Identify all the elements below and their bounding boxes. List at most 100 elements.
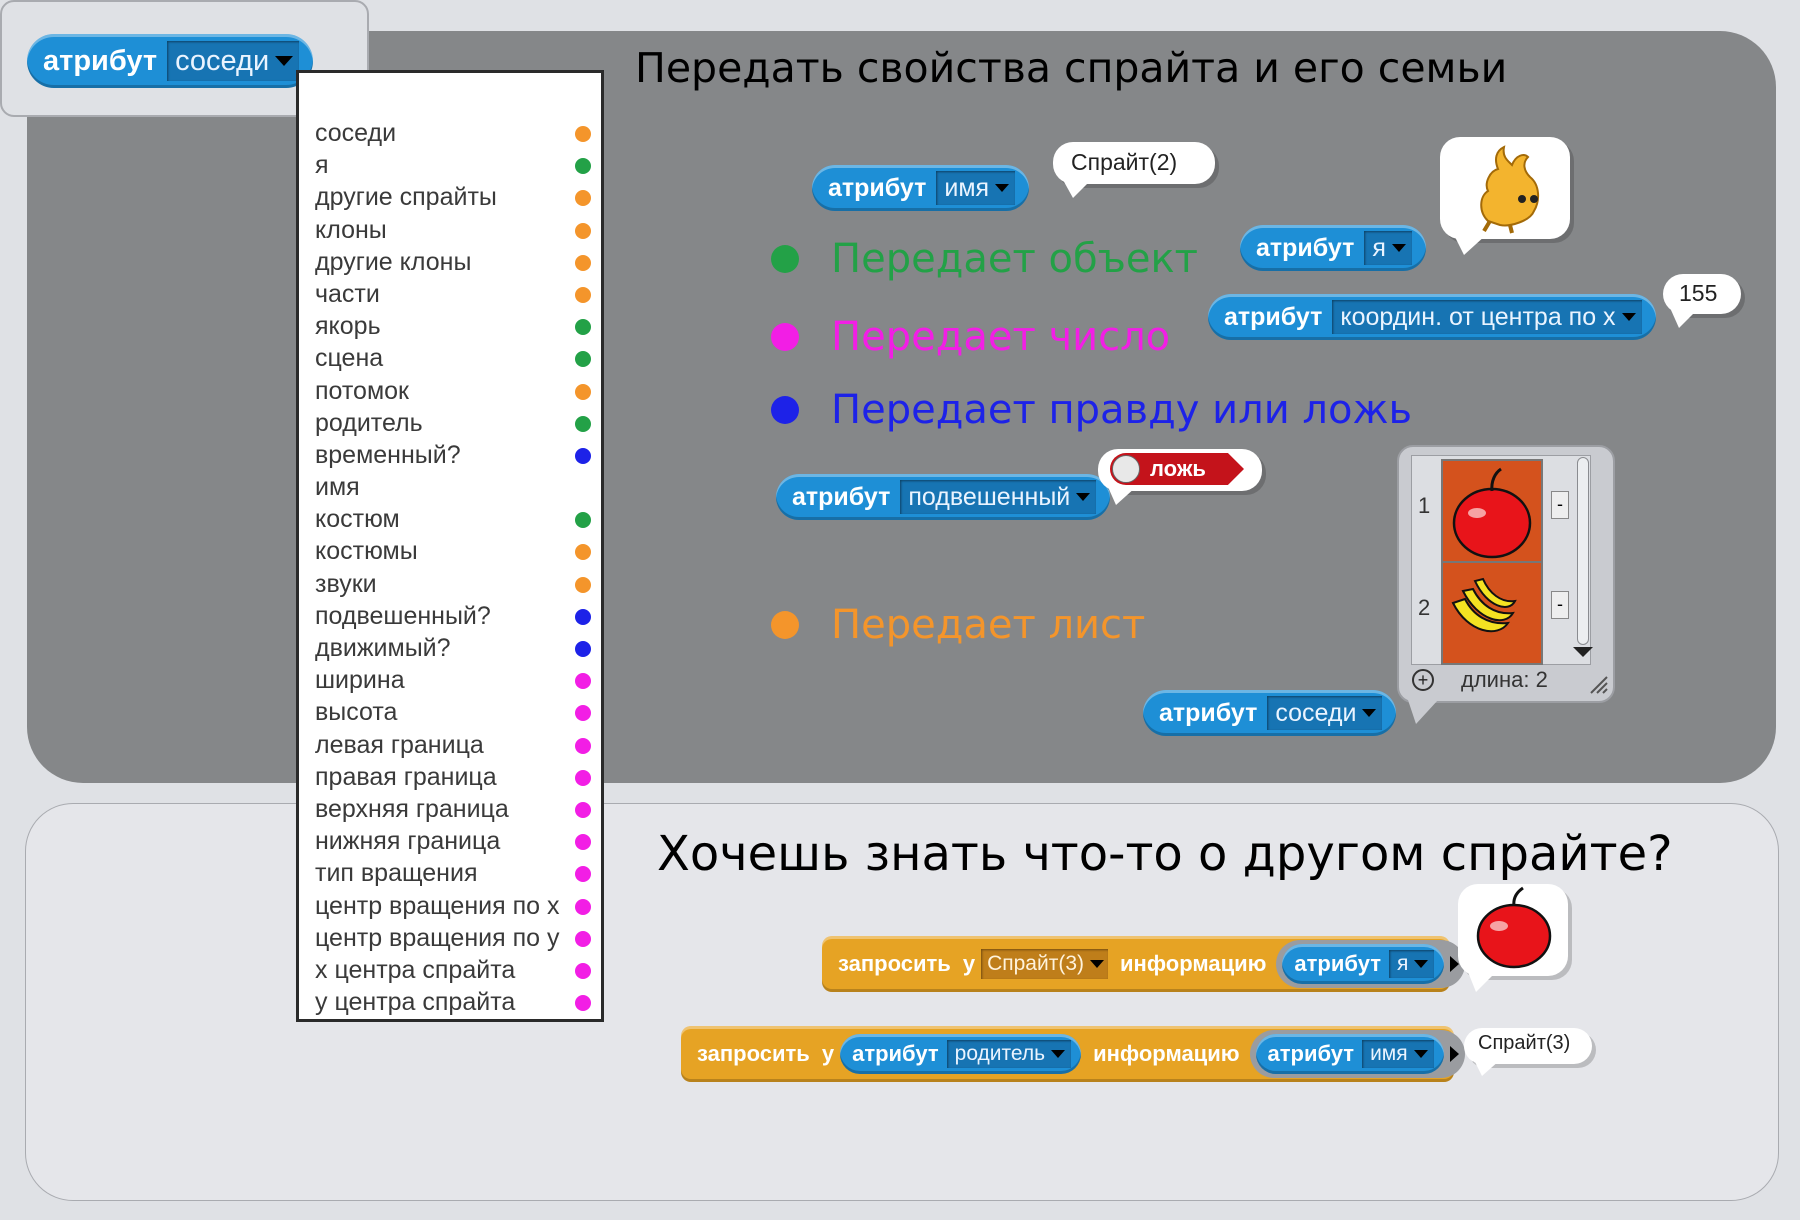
chevron-down-icon [995,184,1010,192]
attribute-dropdown[interactable]: имя [1362,1040,1434,1068]
menu-item[interactable]: имя [299,471,601,503]
block-label: атрибут [828,173,927,202]
type-dot [575,576,591,593]
menu-item[interactable]: правая граница [299,761,601,793]
reporter-ring[interactable]: атрибут имя [1249,1030,1465,1078]
type-dot [575,834,591,851]
attribute-dropdown-value: подвешенный [908,482,1071,511]
type-dot [575,608,591,625]
menu-item[interactable]: якорь [299,310,601,342]
attribute-dropdown-value: родитель [954,1042,1046,1065]
menu-item-label: правая граница [315,762,497,791]
attribute-block-name-ask[interactable]: атрибут имя [1255,1034,1444,1074]
reporter-ring[interactable]: атрибут я [1276,940,1466,988]
menu-item[interactable]: клоны [299,214,601,246]
type-dot [575,126,591,142]
type-dot [575,995,591,1012]
type-dot [575,447,591,464]
list-bubble-tail [1408,700,1438,724]
legend-dot [771,396,799,424]
resize-handle-icon[interactable] [1587,673,1609,695]
type-dot [575,512,591,529]
attribute-dropdown[interactable]: имя [936,171,1016,205]
menu-item[interactable]: другие клоны [299,246,601,278]
attribute-block-me-ask[interactable]: атрибут я [1282,944,1445,984]
attribute-dropdown[interactable]: я [1364,231,1412,265]
attribute-block-hanging[interactable]: атрибут подвешенный [776,474,1111,520]
attribute-dropdown[interactable]: соседи [167,41,300,81]
attribute-block-neighbors[interactable]: атрибут соседи [1143,690,1397,736]
menu-item[interactable]: у центра спрайта [299,986,601,1018]
menu-item[interactable]: родитель [299,407,601,439]
menu-item[interactable]: я [299,149,601,181]
menu-item[interactable]: центр вращения по х [299,890,601,922]
menu-item[interactable]: подвешенный? [299,600,601,632]
menu-item[interactable]: временный? [299,439,601,471]
menu-item[interactable]: сцена [299,342,601,374]
menu-item[interactable]: звуки [299,568,601,600]
attribute-dropdown[interactable]: я [1388,950,1435,978]
attribute-dropdown[interactable]: координ. от центра по х [1332,300,1642,334]
sprite-dropdown-value: Спрайт(3) [987,952,1084,975]
legend-list: Передает лист [771,602,1145,648]
menu-item[interactable]: тип вращения [299,857,601,889]
legend-dot [771,611,799,639]
scroll-down-arrow-icon[interactable] [1573,647,1593,657]
type-dot [575,866,591,883]
menu-item[interactable]: верхняя граница [299,793,601,825]
expand-arrow-icon[interactable] [1449,1046,1459,1062]
menu-item[interactable]: высота [299,696,601,728]
attribute-dropdown[interactable]: подвешенный [900,480,1097,514]
menu-item-label: тип вращения [315,859,478,888]
type-dot [575,898,591,915]
result-bubble-sprite3: Спрайт(3) [1464,1028,1592,1076]
ask-label: запросить [838,951,951,976]
attribute-dropdown[interactable]: родитель [946,1040,1072,1068]
menu-item-label: движимый? [315,634,451,662]
attribute-block-menu[interactable]: атрибут соседи [27,34,314,88]
of-label: у [962,951,976,976]
type-dot [575,222,591,239]
attribute-block-parent[interactable]: атрибут родитель [840,1034,1082,1074]
attribute-block-name[interactable]: атрибут имя [812,165,1030,211]
result-bubble-sprite [1440,137,1570,255]
menu-item[interactable]: части [299,278,601,310]
type-dot [575,415,591,432]
menu-item[interactable]: соседи [299,117,601,149]
menu-item[interactable]: х центра спрайта [299,954,601,986]
attribute-dropdown[interactable]: соседи [1267,696,1383,730]
attribute-dropdown-value: координ. от центра по х [1340,302,1616,331]
of-label: у [821,1041,835,1066]
list-item-minus-1[interactable]: - [1551,491,1569,519]
add-item-button[interactable]: + [1412,669,1434,691]
type-dot [575,962,591,979]
list-item-minus-2[interactable]: - [1551,591,1569,619]
list-cell-bananas [1441,561,1543,665]
menu-item-label: клоны [315,215,387,244]
ask-block-1[interactable]: запросить у Спрайт(3) информацию атрибут… [822,936,1483,992]
attribute-block-me[interactable]: атрибут я [1240,225,1426,271]
legend-boolean: Передает правду или ложь [771,387,1412,433]
type-dot [575,190,591,207]
type-dot [575,383,591,400]
type-dot [575,286,591,303]
apple-icon [1452,467,1532,559]
ask-block-2[interactable]: запросить у атрибут родитель информацию … [681,1026,1482,1082]
menu-item[interactable]: ширина [299,664,601,696]
type-dot [575,319,591,336]
menu-item[interactable]: костюмы [299,535,601,567]
sprite-dropdown[interactable]: Спрайт(3) [981,949,1108,979]
menu-item[interactable]: центр вращения по у [299,922,601,954]
list-scrollbar[interactable] [1577,457,1589,645]
menu-item[interactable]: костюм [299,503,601,535]
attribute-block-center-x[interactable]: атрибут координ. от центра по х [1208,294,1656,340]
menu-item-label: у центра спрайта [315,988,516,1017]
menu-item[interactable]: нижняя граница [299,825,601,857]
menu-item[interactable]: потомок [299,375,601,407]
menu-item-label: я [315,151,329,180]
menu-item[interactable]: левая граница [299,729,601,761]
menu-item[interactable]: движимый? [299,632,601,664]
list-watcher: 1 - 2 - + длина: 2 [1397,445,1615,703]
legend-dot [771,245,799,273]
menu-item[interactable]: другие спрайты [299,181,601,213]
